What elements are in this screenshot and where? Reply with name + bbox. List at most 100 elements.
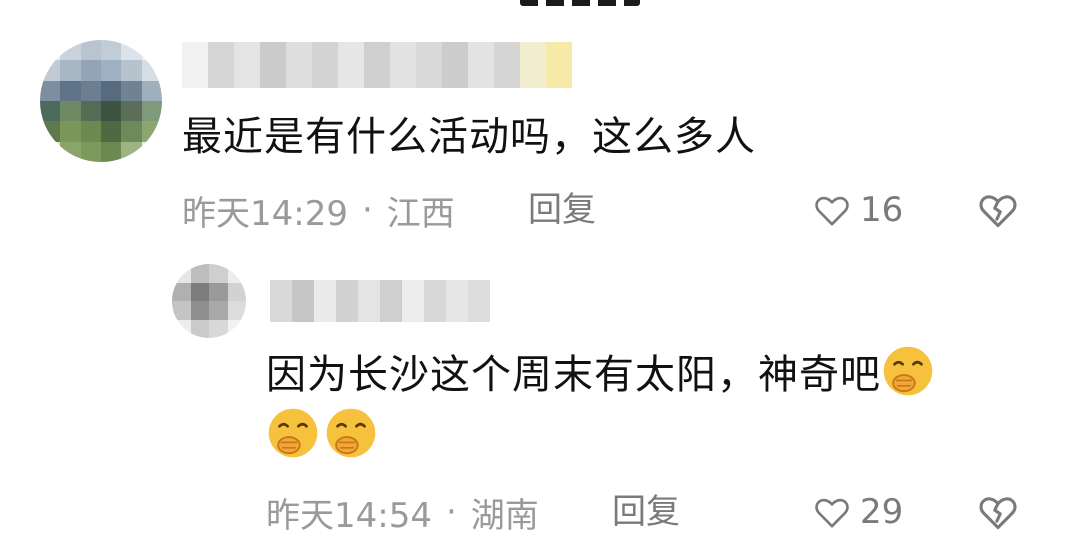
mosaic-cell xyxy=(80,40,101,61)
mosaic-cell xyxy=(380,280,402,322)
comment-meta: 昨天14:29 · 江西 xyxy=(182,186,455,234)
mosaic-cell xyxy=(40,40,61,61)
mosaic-cell xyxy=(424,280,446,322)
mosaic-cell xyxy=(209,282,228,301)
mosaic-cell xyxy=(40,141,61,162)
mosaic-cell xyxy=(80,101,101,122)
like-button[interactable]: 29 xyxy=(812,488,903,536)
heart-outline-icon xyxy=(815,498,849,528)
mosaic-cell xyxy=(101,60,122,81)
reply-text: 因为长沙这个周末有太阳，神奇吧 xyxy=(266,352,881,398)
cover-mouth-smile-emoji xyxy=(268,408,318,458)
mosaic-cell xyxy=(121,101,142,122)
mosaic-cell xyxy=(182,42,208,88)
reply-location: 湖南 xyxy=(470,495,539,536)
mosaic-cell xyxy=(141,101,162,122)
mosaic-cell xyxy=(101,101,122,122)
mosaic-cell xyxy=(209,319,228,338)
mosaic-cell xyxy=(141,121,162,142)
comment-text: 最近是有什么活动吗，这么多人 xyxy=(182,114,756,160)
mosaic-cell xyxy=(60,60,81,81)
mosaic-cell xyxy=(416,42,442,88)
replier-avatar[interactable] xyxy=(172,264,246,338)
mosaic-cell xyxy=(172,301,191,320)
mosaic-cell xyxy=(141,40,162,61)
mosaic-cell xyxy=(314,280,336,322)
mosaic-cell xyxy=(227,264,246,283)
mosaic-cell xyxy=(141,80,162,101)
mosaic-cell xyxy=(468,42,494,88)
mosaic-cell xyxy=(292,280,314,322)
mosaic-cell xyxy=(190,319,209,338)
reply-button[interactable]: 回复 xyxy=(528,186,596,234)
mosaic-cell xyxy=(141,141,162,162)
mosaic-cell xyxy=(227,301,246,320)
replier-name-blurred[interactable] xyxy=(270,280,490,322)
broken-heart-icon[interactable] xyxy=(976,188,1020,232)
mosaic-cell xyxy=(208,42,234,88)
mosaic-cell xyxy=(494,42,520,88)
mosaic-cell xyxy=(172,319,191,338)
mosaic-cell xyxy=(80,80,101,101)
commenter-avatar[interactable] xyxy=(40,40,162,162)
mosaic-cell xyxy=(141,60,162,81)
mosaic-cell xyxy=(60,101,81,122)
top-clipped-text xyxy=(520,0,640,6)
mosaic-cell xyxy=(101,40,122,61)
mosaic-cell xyxy=(364,42,390,88)
mosaic-cell xyxy=(402,280,424,322)
mosaic-cell xyxy=(101,141,122,162)
like-count: 16 xyxy=(860,190,904,230)
heart-outline-icon xyxy=(815,196,849,226)
mosaic-cell xyxy=(101,121,122,142)
mosaic-cell xyxy=(190,264,209,283)
mosaic-cell xyxy=(60,80,81,101)
mosaic-cell xyxy=(101,80,122,101)
mosaic-cell xyxy=(190,282,209,301)
mosaic-cell xyxy=(446,280,468,322)
mosaic-cell xyxy=(338,42,364,88)
mosaic-cell xyxy=(172,282,191,301)
mosaic-cell xyxy=(80,60,101,81)
comment-time: 昨天14:29 xyxy=(182,193,348,234)
comment-location: 江西 xyxy=(386,193,455,234)
mosaic-cell xyxy=(260,42,286,88)
mosaic-cell xyxy=(172,264,191,283)
mosaic-cell xyxy=(520,42,546,88)
mosaic-cell xyxy=(227,282,246,301)
cover-mouth-smile-emoji xyxy=(326,408,376,458)
mosaic-cell xyxy=(40,60,61,81)
mosaic-cell xyxy=(60,40,81,61)
mosaic-cell xyxy=(227,319,246,338)
mosaic-cell xyxy=(209,264,228,283)
cover-mouth-smile-emoji xyxy=(883,346,933,396)
mosaic-cell xyxy=(80,121,101,142)
mosaic-cell xyxy=(209,301,228,320)
mosaic-cell xyxy=(80,141,101,162)
mosaic-cell xyxy=(121,121,142,142)
mosaic-cell xyxy=(358,280,380,322)
reply-time: 昨天14:54 xyxy=(266,495,432,536)
mosaic-cell xyxy=(442,42,468,88)
broken-heart-icon[interactable] xyxy=(976,490,1020,534)
mosaic-cell xyxy=(234,42,260,88)
mosaic-cell xyxy=(270,280,292,322)
meta-separator: · xyxy=(361,190,373,230)
mosaic-cell xyxy=(121,60,142,81)
mosaic-cell xyxy=(40,80,61,101)
like-button[interactable]: 16 xyxy=(812,186,903,234)
commenter-name-blurred[interactable] xyxy=(182,42,572,88)
reply-text-block: 因为长沙这个周末有太阳，神奇吧 xyxy=(266,344,986,468)
mosaic-cell xyxy=(546,42,572,88)
mosaic-cell xyxy=(286,42,312,88)
mosaic-cell xyxy=(40,101,61,122)
reply-reply-button[interactable]: 回复 xyxy=(612,488,680,536)
mosaic-cell xyxy=(121,80,142,101)
mosaic-cell xyxy=(121,40,142,61)
mosaic-cell xyxy=(121,141,142,162)
mosaic-cell xyxy=(40,121,61,142)
mosaic-cell xyxy=(468,280,490,322)
mosaic-cell xyxy=(390,42,416,88)
mosaic-cell xyxy=(336,280,358,322)
meta-separator: · xyxy=(445,492,457,532)
